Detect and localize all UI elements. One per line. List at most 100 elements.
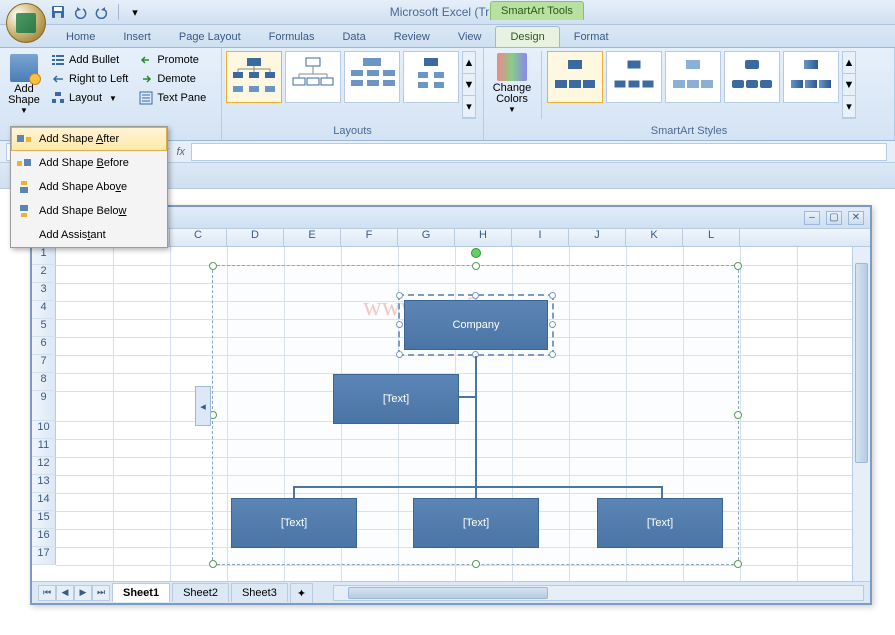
dropdown-add-assistant[interactable]: Add Assistant bbox=[11, 223, 167, 247]
close-button[interactable]: ✕ bbox=[848, 211, 864, 225]
tab-formulas[interactable]: Formulas bbox=[255, 27, 329, 47]
tab-format[interactable]: Format bbox=[560, 27, 623, 47]
row-header[interactable]: 12 bbox=[32, 457, 56, 475]
maximize-button[interactable]: ▢ bbox=[826, 211, 842, 225]
vertical-scrollbar[interactable] bbox=[852, 247, 870, 581]
org-node-child[interactable]: [Text] bbox=[597, 498, 723, 548]
resize-handle[interactable] bbox=[734, 411, 742, 419]
sheet-next-icon[interactable]: ▶ bbox=[74, 585, 92, 601]
demote-button[interactable]: Demote bbox=[135, 70, 210, 88]
col-header[interactable]: G bbox=[398, 229, 455, 246]
sheet-last-icon[interactable]: ⏭ bbox=[92, 585, 110, 601]
layouts-gallery-more[interactable]: ▲▼▾ bbox=[462, 51, 476, 119]
fx-icon[interactable]: fx bbox=[176, 146, 185, 158]
sheet-first-icon[interactable]: ⏮ bbox=[38, 585, 56, 601]
resize-handle[interactable] bbox=[472, 560, 480, 568]
col-header[interactable]: L bbox=[683, 229, 740, 246]
row-header[interactable]: 11 bbox=[32, 439, 56, 457]
row-header[interactable]: 4 bbox=[32, 301, 56, 319]
org-node-top[interactable]: Company bbox=[404, 300, 548, 350]
resize-handle[interactable] bbox=[209, 262, 217, 270]
selected-shape-frame[interactable]: Company bbox=[398, 294, 554, 356]
row-header[interactable]: 5 bbox=[32, 319, 56, 337]
layout-option-3[interactable] bbox=[344, 51, 400, 103]
row-header[interactable]: 3 bbox=[32, 283, 56, 301]
org-node-child[interactable]: [Text] bbox=[231, 498, 357, 548]
styles-gallery-more[interactable]: ▲▼▾ bbox=[842, 51, 856, 119]
col-header[interactable]: C bbox=[170, 229, 227, 246]
dropdown-add-shape-after[interactable]: Add Shape After bbox=[11, 127, 167, 151]
row-header[interactable]: 1 bbox=[32, 247, 56, 265]
row-header[interactable]: 2 bbox=[32, 265, 56, 283]
text-pane-button[interactable]: Text Pane bbox=[135, 89, 210, 107]
right-to-left-button[interactable]: Right to Left bbox=[47, 70, 132, 88]
dropdown-add-shape-above[interactable]: Add Shape Above bbox=[11, 175, 167, 199]
text-pane-toggle[interactable]: ◂ bbox=[195, 386, 211, 426]
office-button[interactable] bbox=[6, 3, 46, 43]
resize-handle[interactable] bbox=[734, 262, 742, 270]
resize-handle[interactable] bbox=[472, 262, 480, 270]
tab-view[interactable]: View bbox=[444, 27, 496, 47]
scrollbar-thumb[interactable] bbox=[348, 587, 548, 599]
tab-design[interactable]: Design bbox=[495, 26, 559, 47]
tab-page-layout[interactable]: Page Layout bbox=[165, 27, 255, 47]
sheet-tab-3[interactable]: Sheet3 bbox=[231, 583, 288, 602]
undo-icon[interactable] bbox=[72, 4, 88, 20]
tab-data[interactable]: Data bbox=[328, 27, 379, 47]
style-option-4[interactable] bbox=[724, 51, 780, 103]
col-header[interactable]: I bbox=[512, 229, 569, 246]
row-header[interactable]: 8 bbox=[32, 373, 56, 391]
new-sheet-button[interactable]: ✦ bbox=[290, 583, 313, 603]
col-header[interactable]: H bbox=[455, 229, 512, 246]
row-header[interactable]: 16 bbox=[32, 529, 56, 547]
resize-handle[interactable] bbox=[209, 560, 217, 568]
col-header[interactable]: F bbox=[341, 229, 398, 246]
row-header[interactable]: 6 bbox=[32, 337, 56, 355]
save-icon[interactable] bbox=[50, 4, 66, 20]
tab-insert[interactable]: Insert bbox=[109, 27, 165, 47]
col-header[interactable]: K bbox=[626, 229, 683, 246]
dropdown-add-shape-below[interactable]: Add Shape Below bbox=[11, 199, 167, 223]
row-header[interactable]: 9 bbox=[32, 391, 56, 421]
add-above-icon bbox=[15, 179, 33, 195]
row-header[interactable]: 10 bbox=[32, 421, 56, 439]
smartart-canvas[interactable]: ◂ www. ava2s.co Company [Text] [Text] [T… bbox=[212, 265, 739, 565]
style-option-1[interactable] bbox=[547, 51, 603, 103]
layout-button[interactable]: Layout▼ bbox=[47, 89, 132, 107]
change-colors-button[interactable]: Change Colors ▼ bbox=[488, 51, 536, 119]
row-header[interactable]: 14 bbox=[32, 493, 56, 511]
col-header[interactable]: J bbox=[569, 229, 626, 246]
tab-home[interactable]: Home bbox=[52, 27, 109, 47]
style-option-2[interactable] bbox=[606, 51, 662, 103]
rotation-handle[interactable] bbox=[471, 248, 481, 258]
org-node-assistant[interactable]: [Text] bbox=[333, 374, 459, 424]
sheet-tab-1[interactable]: Sheet1 bbox=[112, 583, 170, 602]
style-option-3[interactable] bbox=[665, 51, 721, 103]
col-header[interactable]: E bbox=[284, 229, 341, 246]
add-bullet-button[interactable]: Add Bullet bbox=[47, 51, 132, 69]
dropdown-add-shape-before[interactable]: Add Shape Before bbox=[11, 151, 167, 175]
org-node-child[interactable]: [Text] bbox=[413, 498, 539, 548]
tab-review[interactable]: Review bbox=[380, 27, 444, 47]
add-shape-label: Add Shape bbox=[7, 84, 41, 106]
row-header[interactable]: 13 bbox=[32, 475, 56, 493]
row-header[interactable]: 17 bbox=[32, 547, 56, 565]
row-header[interactable]: 7 bbox=[32, 355, 56, 373]
layout-option-4[interactable] bbox=[403, 51, 459, 103]
add-shape-button[interactable]: Add Shape ▼ bbox=[4, 51, 44, 119]
resize-handle[interactable] bbox=[734, 560, 742, 568]
row-header[interactable]: 15 bbox=[32, 511, 56, 529]
sheet-prev-icon[interactable]: ◀ bbox=[56, 585, 74, 601]
qat-dropdown-icon[interactable]: ▾ bbox=[127, 4, 143, 20]
scrollbar-thumb[interactable] bbox=[855, 263, 868, 463]
sheet-tab-2[interactable]: Sheet2 bbox=[172, 583, 229, 602]
horizontal-scrollbar[interactable] bbox=[333, 585, 864, 601]
redo-icon[interactable] bbox=[94, 4, 110, 20]
promote-button[interactable]: Promote bbox=[135, 51, 210, 69]
style-option-5[interactable] bbox=[783, 51, 839, 103]
minimize-button[interactable]: – bbox=[804, 211, 820, 225]
col-header[interactable]: D bbox=[227, 229, 284, 246]
formula-input[interactable] bbox=[191, 143, 887, 161]
layout-option-2[interactable] bbox=[285, 51, 341, 103]
layout-option-1[interactable] bbox=[226, 51, 282, 103]
